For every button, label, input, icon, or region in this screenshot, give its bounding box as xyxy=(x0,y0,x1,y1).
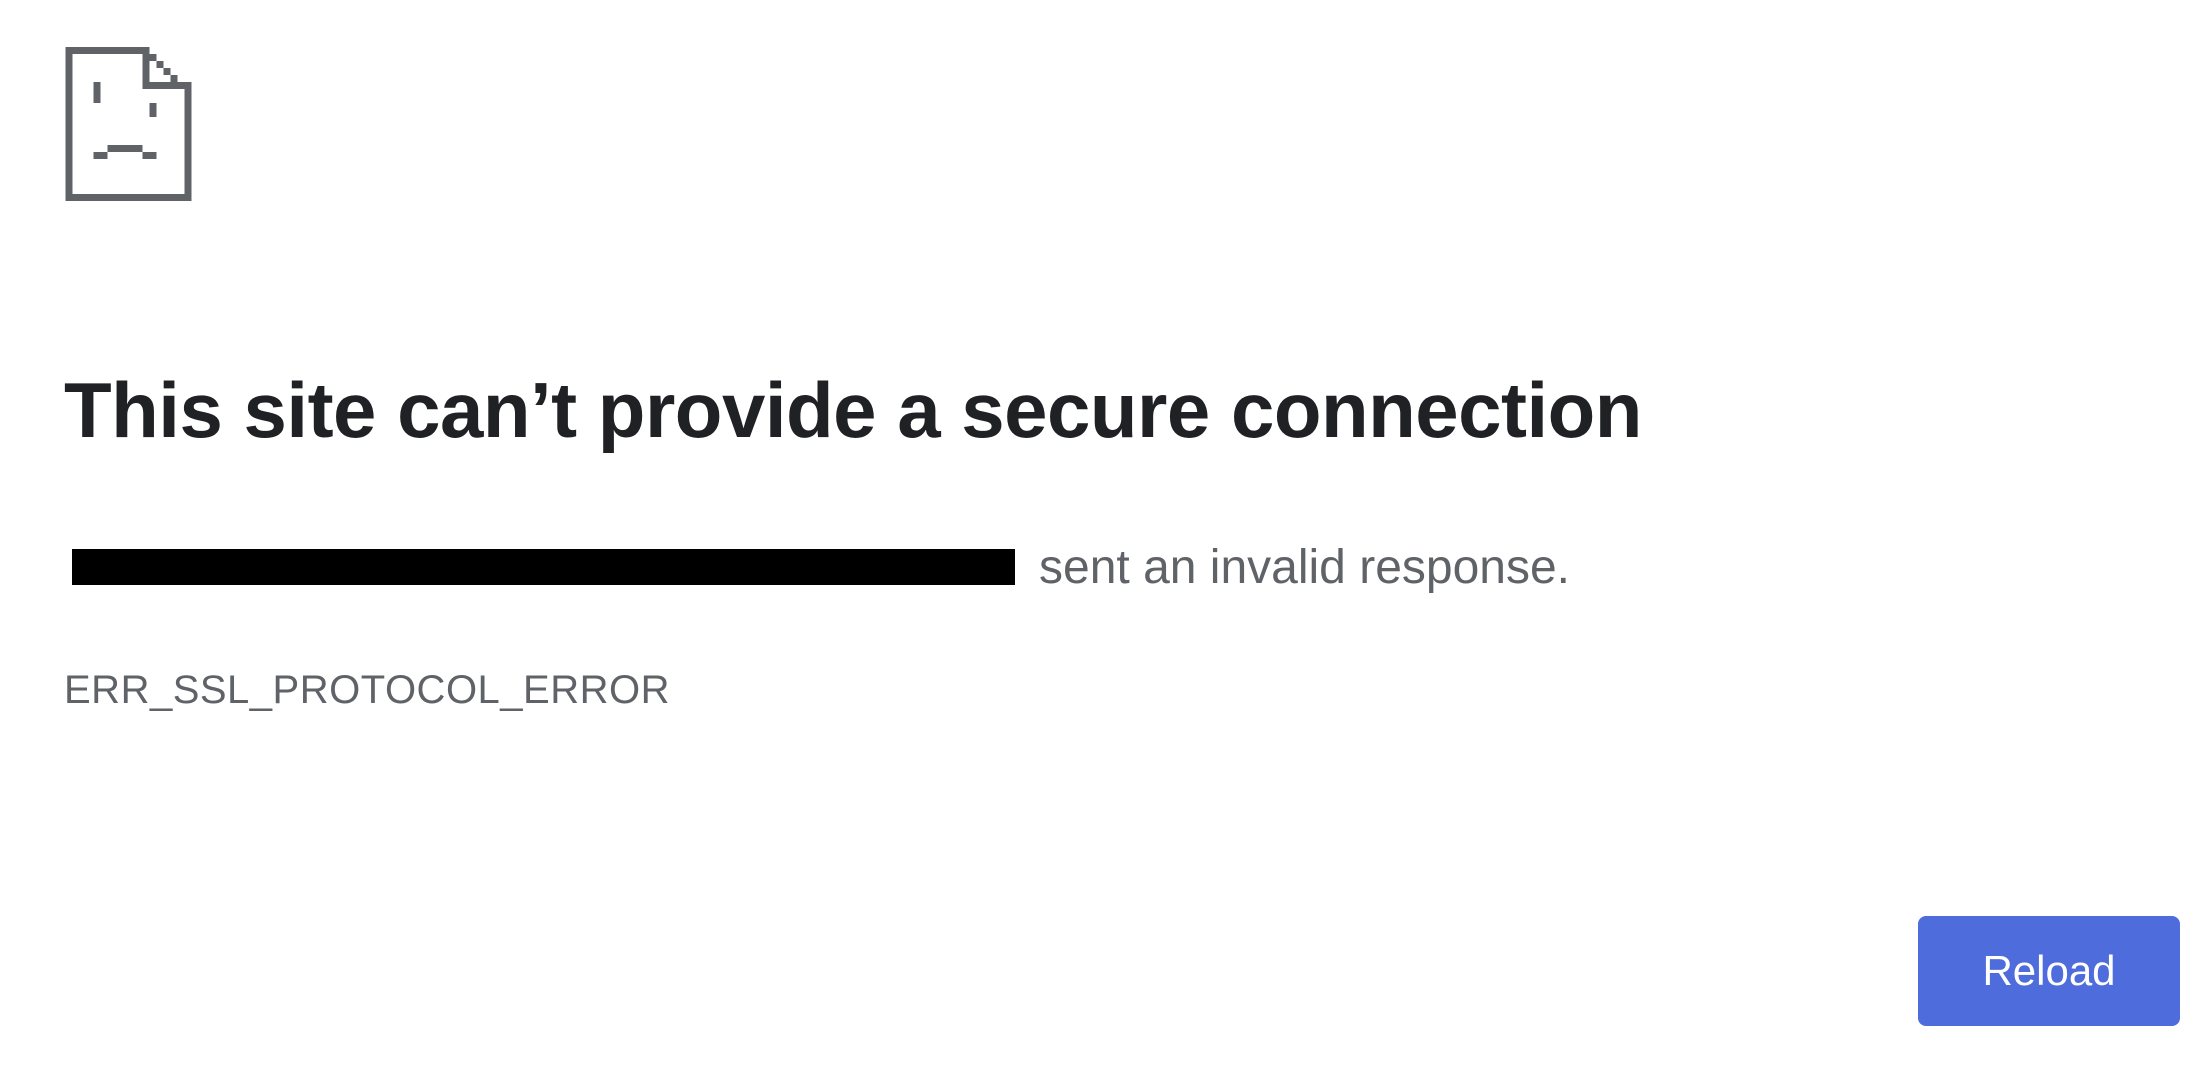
page-title: This site can’t provide a secure connect… xyxy=(64,366,1642,454)
error-code: ERR_SSL_PROTOCOL_ERROR xyxy=(64,668,670,712)
error-page: This site can’t provide a secure connect… xyxy=(0,0,2208,1092)
error-message-text: sent an invalid response. xyxy=(1039,540,1570,594)
redacted-host xyxy=(72,549,1015,585)
reload-button[interactable]: Reload xyxy=(1918,916,2180,1026)
sad-page-icon xyxy=(64,47,193,201)
error-message: sent an invalid response. xyxy=(72,540,1570,594)
